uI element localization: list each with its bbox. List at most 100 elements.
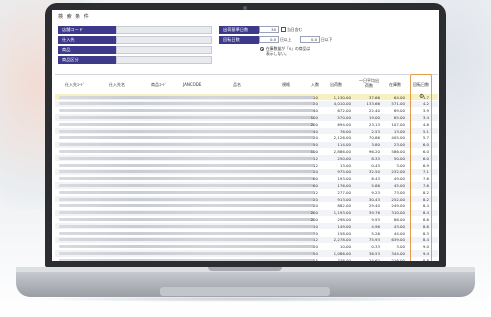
cell-avg: 0.33 bbox=[371, 244, 380, 250]
cell-qty: 40 bbox=[313, 128, 318, 134]
blurred-text-cells bbox=[59, 129, 314, 133]
table-row[interactable]: 20 4,010.00 133.66 571.00 4.2 bbox=[55, 100, 438, 108]
table-row[interactable]: 70 158.00 5.26 44.00 8.3 bbox=[55, 230, 438, 236]
col-avg-shipped[interactable]: 一日平均出 荷数 bbox=[355, 78, 383, 88]
cell-qty: 12 bbox=[313, 155, 318, 161]
cell-stock: 50.00 bbox=[393, 155, 405, 161]
cell-stock: 23.00 bbox=[393, 142, 405, 148]
cell-shipped: 882.00 bbox=[337, 203, 351, 209]
table-row[interactable]: 20 975.00 32.50 232.00 7.1 bbox=[55, 168, 438, 176]
cell-shipped: 298.00 bbox=[337, 216, 351, 222]
col-stock[interactable]: 在庫数 bbox=[389, 82, 401, 88]
table-row[interactable]: 10 1,130.00 37.66 64.00 1.7 bbox=[55, 94, 438, 101]
table-row[interactable]: 40 76.00 2.53 13.00 5.1 bbox=[55, 128, 438, 135]
col-supplier-code[interactable]: 仕入先ｺｰﾄﾞ bbox=[65, 82, 85, 88]
table-row[interactable]: 10 149.00 4.96 43.00 8.6 bbox=[55, 223, 438, 230]
store-code-field[interactable] bbox=[116, 26, 212, 34]
table-row[interactable]: 100 2,886.00 96.20 586.00 6.0 bbox=[55, 148, 438, 154]
cell-qty: 20 bbox=[313, 101, 318, 107]
cell-qty: 25 bbox=[313, 257, 318, 261]
cell-rot: 8.6 bbox=[422, 216, 429, 222]
cell-shipped: 2,886.00 bbox=[333, 148, 351, 154]
col-spec[interactable]: 規格 bbox=[282, 82, 290, 88]
table-row[interactable]: 20 2,126.00 70.86 405.00 5.7 bbox=[55, 135, 438, 141]
col-product-name[interactable]: 品名 bbox=[233, 82, 241, 88]
table-row[interactable]: 50 114.00 3.80 23.00 6.0 bbox=[55, 141, 438, 148]
cell-stock: 65.00 bbox=[393, 114, 405, 120]
rotation-days-label: 回転日数 bbox=[219, 36, 259, 44]
cell-rot: 9.4 bbox=[422, 250, 429, 256]
table-row[interactable]: 20 913.00 30.43 252.00 8.2 bbox=[55, 196, 438, 203]
table-row[interactable]: 50 1,086.00 36.53 344.00 9.4 bbox=[55, 250, 438, 257]
product-category-label: 商品区分 bbox=[58, 56, 116, 64]
cell-rot: 8.4 bbox=[422, 237, 429, 243]
cell-stock: 310.00 bbox=[391, 210, 405, 216]
table-row[interactable]: 60 176.00 5.86 45.00 7.6 bbox=[55, 182, 438, 189]
cell-qty: 20 bbox=[313, 244, 318, 250]
data-grid[interactable]: 10 1,130.00 37.66 64.00 1.7 20 4,010.00 133.66 5… bbox=[55, 94, 438, 261]
blurred-text-cells bbox=[59, 177, 314, 181]
product-field[interactable] bbox=[116, 46, 212, 54]
table-row[interactable]: 20 10.00 0.33 3.00 9.0 bbox=[55, 244, 438, 250]
cell-stock: 232.00 bbox=[391, 169, 405, 175]
table-row[interactable]: 25 738.00 24.62 216.00 8.8 bbox=[55, 257, 438, 261]
cell-shipped: 672.00 bbox=[337, 108, 351, 114]
cell-stock: 44.00 bbox=[393, 230, 405, 236]
col-qty[interactable]: 入数 bbox=[311, 82, 319, 88]
blurred-text-cells bbox=[59, 197, 314, 201]
cell-stock: 3.00 bbox=[396, 244, 405, 250]
cell-shipped: 1,193.00 bbox=[333, 210, 351, 216]
cell-shipped: 4,010.00 bbox=[333, 101, 351, 107]
laptop-shadow bbox=[30, 296, 461, 302]
cell-qty: 20 bbox=[313, 169, 318, 175]
cell-avg: 29.40 bbox=[368, 203, 380, 209]
cell-shipped: 277.00 bbox=[337, 189, 351, 195]
col-jancode[interactable]: JANCODE bbox=[183, 82, 201, 87]
table-row[interactable]: 12 277.00 9.23 73.00 8.2 bbox=[55, 189, 438, 195]
cell-stock: 586.00 bbox=[391, 148, 405, 154]
table-row[interactable]: 200 298.00 9.93 86.00 8.6 bbox=[55, 216, 438, 222]
include-today-checkbox[interactable] bbox=[281, 27, 286, 32]
blurred-text-cells bbox=[59, 163, 314, 167]
cell-shipped: 975.00 bbox=[337, 169, 351, 175]
laptop-notch bbox=[208, 267, 282, 271]
cell-shipped: 176.00 bbox=[337, 182, 351, 188]
cell-avg: 8.33 bbox=[371, 155, 380, 161]
cell-rot: 8.3 bbox=[422, 230, 429, 236]
table-row[interactable]: 12 2,278.00 75.93 639.00 8.4 bbox=[55, 236, 438, 244]
cell-stock: 405.00 bbox=[391, 135, 405, 141]
cell-avg: 6.43 bbox=[371, 176, 380, 182]
col-shipped[interactable]: 出荷数 bbox=[330, 82, 342, 88]
cell-rot: 6.0 bbox=[422, 155, 429, 161]
table-row[interactable]: 40 672.00 22.40 89.00 3.9 bbox=[55, 108, 438, 114]
cell-stock: 13.00 bbox=[393, 128, 405, 134]
table-row[interactable]: 60 193.00 6.43 49.00 7.6 bbox=[55, 176, 438, 182]
order-base-days-input[interactable]: 30 bbox=[259, 26, 279, 33]
include-today-label: 当日含む bbox=[287, 27, 303, 32]
table-row[interactable]: 12 250.00 8.33 50.00 6.0 bbox=[55, 155, 438, 162]
table-row[interactable]: 100 570.00 19.00 65.00 3.4 bbox=[55, 114, 438, 121]
col-product-code[interactable]: 商品ｺｰﾄﾞ bbox=[151, 82, 167, 88]
cell-stock: 73.00 bbox=[393, 189, 405, 195]
cell-qty: 12 bbox=[313, 189, 318, 195]
table-row[interactable]: 200 1,193.00 39.76 310.00 8.4 bbox=[55, 209, 438, 216]
table-row[interactable]: 200 694.00 23.13 107.00 4.6 bbox=[55, 121, 438, 127]
rotation-min-input[interactable]: 0.0 bbox=[259, 36, 279, 43]
cell-rot: 4.6 bbox=[422, 121, 429, 127]
col-rotation-days[interactable]: 回転日数 bbox=[413, 82, 429, 88]
blurred-text-cells bbox=[59, 149, 314, 153]
cell-avg: 39.76 bbox=[368, 210, 380, 216]
cell-rot: 7.6 bbox=[422, 176, 429, 182]
cell-qty: 200 bbox=[310, 121, 318, 127]
table-row[interactable]: 12 13.00 0.43 3.00 6.9 bbox=[55, 162, 438, 168]
cell-avg: 75.93 bbox=[368, 237, 380, 243]
table-row[interactable]: 20 882.00 29.40 249.00 8.4 bbox=[55, 203, 438, 209]
rotation-max-input[interactable]: 0.0 bbox=[300, 36, 320, 43]
blurred-text-cells bbox=[59, 170, 314, 174]
supplier-field[interactable] bbox=[116, 36, 212, 44]
hide-zero-stock-radio[interactable] bbox=[260, 47, 264, 51]
cell-qty: 60 bbox=[313, 176, 318, 182]
gear-icon[interactable]: ⚙ bbox=[419, 94, 424, 100]
product-category-field[interactable] bbox=[116, 56, 212, 64]
col-supplier-name[interactable]: 仕入先名 bbox=[109, 82, 125, 88]
